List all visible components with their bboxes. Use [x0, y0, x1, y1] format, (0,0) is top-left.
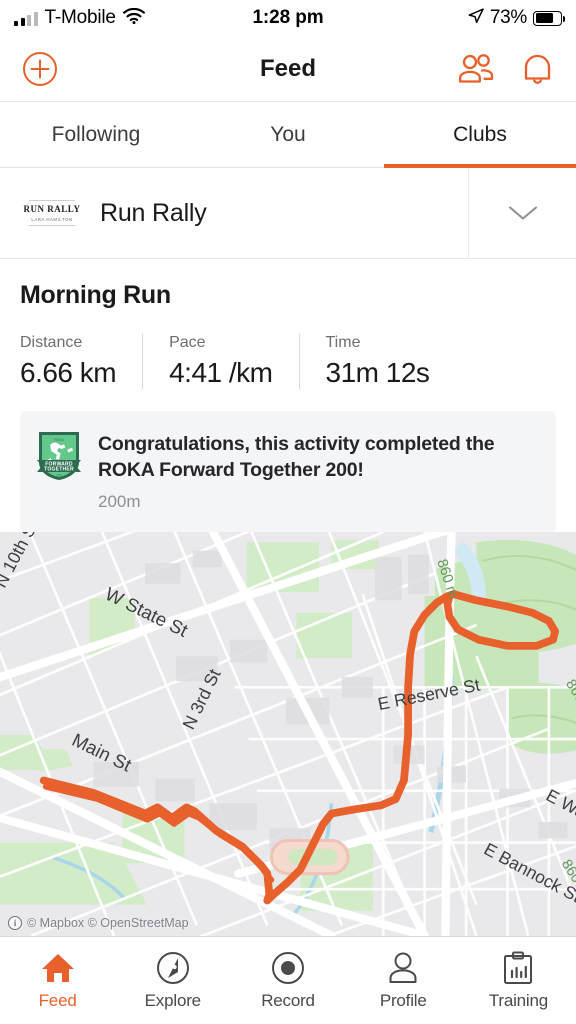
record-dot-icon	[271, 951, 305, 985]
app-header: Feed	[0, 36, 576, 102]
chevron-down-icon	[508, 206, 537, 220]
svg-text:ROKA: ROKA	[54, 438, 64, 442]
feed-tabs: Following You Clubs	[0, 102, 576, 168]
achievement-subtext: 200m	[98, 492, 141, 512]
person-icon	[386, 951, 420, 985]
status-bar-left: T-Mobile	[14, 7, 145, 29]
map-info-icon[interactable]: i	[8, 916, 22, 930]
club-logo-subtitle: Lara Hamilton	[31, 217, 73, 222]
carrier-label: T-Mobile	[44, 7, 116, 28]
wifi-icon	[122, 7, 145, 29]
nav-label-feed: Feed	[38, 990, 77, 1010]
group-people-button[interactable]	[457, 53, 495, 85]
header-actions	[457, 52, 554, 86]
stat-time: Time 31m 12s	[298, 334, 456, 389]
nav-label-explore: Explore	[144, 990, 201, 1010]
app-screen: T-Mobile 1:28 pm 73% Feed Following You …	[0, 0, 576, 1024]
nav-label-record: Record	[261, 990, 315, 1010]
status-bar: T-Mobile 1:28 pm 73%	[0, 0, 576, 36]
compass-icon	[156, 951, 190, 985]
club-name: Run Rally	[100, 198, 207, 227]
stat-time-label: Time	[325, 334, 361, 351]
stat-distance-value: 6.66 km	[20, 357, 117, 388]
group-people-icon	[459, 53, 494, 83]
achievement-text: Congratulations, this activity completed…	[98, 429, 538, 512]
achievement-headline: Congratulations, this activity completed…	[98, 433, 495, 482]
achievement-card[interactable]: FORWARD TOGETHER ROKA 200 Congratulation…	[20, 411, 556, 533]
club-logo-rule-bottom	[29, 225, 75, 226]
club-logo: Run Rally Lara Hamilton	[20, 184, 84, 242]
activity-map[interactable]: N 10th St W State St Main St N 3rd St E …	[0, 532, 576, 936]
nav-item-training[interactable]: Training	[461, 937, 576, 1024]
notifications-button[interactable]	[521, 52, 554, 86]
svg-text:200: 200	[56, 474, 62, 478]
stat-time-value: 31m 12s	[325, 357, 430, 388]
club-logo-rule-top	[29, 200, 75, 201]
stat-pace-value: 4:41 /km	[169, 357, 273, 388]
clipboard-chart-icon	[503, 951, 533, 985]
battery-percent-label: 73%	[489, 7, 527, 28]
stat-pace: Pace 4:41 /km	[142, 334, 298, 389]
tab-following[interactable]: Following	[0, 102, 192, 167]
nav-label-training: Training	[488, 990, 548, 1010]
tab-clubs[interactable]: Clubs	[384, 102, 576, 168]
activity-summary: Morning Run Distance 6.66 km Pace 4:41 /…	[0, 259, 576, 389]
stat-pace-label: Pace	[169, 334, 206, 351]
club-expand-button[interactable]	[468, 168, 576, 258]
nav-label-profile: Profile	[379, 990, 427, 1010]
forward-together-shield-badge-icon: FORWARD TOGETHER ROKA 200	[36, 429, 82, 483]
stat-distance: Distance 6.66 km	[20, 334, 142, 389]
tab-you[interactable]: You	[192, 102, 384, 167]
add-activity-button[interactable]	[22, 51, 58, 87]
nav-item-profile[interactable]: Profile	[346, 937, 461, 1024]
plus-circle-icon	[23, 51, 57, 86]
stat-distance-label: Distance	[20, 334, 83, 351]
battery-icon	[533, 10, 565, 26]
nav-item-feed[interactable]: Feed	[0, 937, 115, 1024]
bottom-navigation: Feed Explore Record Profile Training	[0, 936, 576, 1024]
activity-stats: Distance 6.66 km Pace 4:41 /km Time 31m …	[20, 334, 556, 389]
location-arrow-icon	[468, 7, 484, 29]
map-canvas: N 10th St W State St Main St N 3rd St E …	[0, 532, 576, 936]
club-selector[interactable]: Run Rally Lara Hamilton Run Rally	[0, 168, 468, 258]
map-attribution[interactable]: i © Mapbox © OpenStreetMap	[8, 916, 189, 930]
nav-item-record[interactable]: Record	[230, 937, 345, 1024]
bell-notification-icon	[524, 54, 551, 84]
map-attribution-label: © Mapbox © OpenStreetMap	[27, 916, 189, 930]
club-logo-title: Run Rally	[23, 204, 81, 214]
club-row: Run Rally Lara Hamilton Run Rally	[0, 168, 576, 259]
nav-item-explore[interactable]: Explore	[115, 937, 230, 1024]
activity-title[interactable]: Morning Run	[20, 281, 556, 310]
home-icon	[40, 951, 76, 985]
signal-bars-icon	[14, 11, 38, 26]
svg-text:TOGETHER: TOGETHER	[44, 467, 74, 473]
status-bar-right: 73%	[468, 7, 565, 29]
